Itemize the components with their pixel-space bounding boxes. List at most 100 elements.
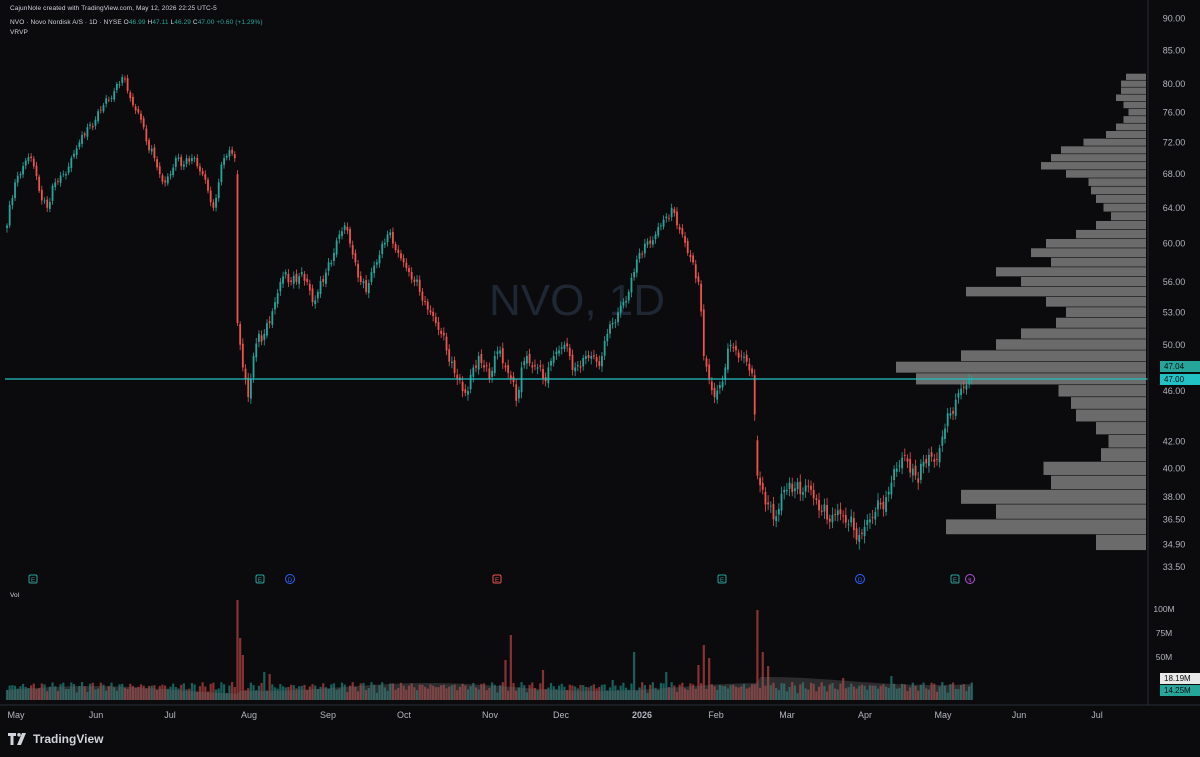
candle-body [898,465,901,467]
profile-bar [996,504,1146,519]
candle-body [148,140,150,151]
time-axis[interactable]: May Jun Jul Aug Sep Oct Nov Dec 2026 Feb Mar Apr May… [7,710,1102,720]
volume-pane-label[interactable]: Vol [10,592,19,599]
candle-body [365,279,368,292]
candle-body [649,240,652,244]
x-tick-label: Jun [89,710,104,720]
low-value: 46.29 [174,19,192,26]
candle-body [75,148,78,156]
price-axis[interactable]: 90.00 85.00 80.00 76.00 72.00 68.00 64.00 60.00… [1163,14,1186,572]
svg-text:E: E [720,578,724,584]
candle-body [925,459,928,464]
event-marker-icon[interactable]: ↯ [965,574,975,585]
profile-bar [1066,170,1146,178]
candle-body [201,171,204,175]
candle-body [710,381,713,391]
profile-bar [1051,257,1146,267]
y-tick-label: 46.00 [1163,386,1186,396]
candle-body [791,483,794,493]
volume-bar [236,600,239,700]
candle-body [464,389,467,393]
candle-body [89,124,91,126]
candle-body [333,252,335,262]
candle-body [54,182,57,187]
svg-text:E: E [258,578,262,584]
indicator-label[interactable]: VRVP [10,29,28,36]
candle-body [46,199,49,208]
event-marker-icon[interactable]: E [28,574,38,584]
candle-body [392,231,394,244]
candle-body [43,200,46,202]
candle-body [769,505,772,507]
candle-body [27,157,30,162]
candle-body [107,99,110,101]
x-tick-label: Nov [482,710,499,720]
candle-body [402,258,405,263]
candle-body [59,175,62,183]
candle-body [772,503,775,520]
candle-body [322,278,325,282]
candle-body [145,128,148,142]
candle-body [413,279,416,282]
candle-body [576,365,579,367]
candle-body [501,348,504,364]
x-tick-label: Feb [708,710,724,720]
candle-body [410,272,413,280]
candle-body [702,309,705,356]
candle-body [448,349,451,362]
y-tick-label: 64.00 [1163,203,1186,213]
candle-body [83,133,86,136]
event-marker-icon[interactable]: E [950,574,960,584]
candle-body [405,262,408,269]
event-marker-icon[interactable]: E [255,574,265,584]
candle-body [783,489,786,493]
candle-body [493,355,496,374]
candle-body [804,485,807,492]
candle-body [137,109,140,113]
event-marker-icon[interactable]: E [717,574,727,584]
candle-body [394,244,397,251]
candle-body [236,174,239,324]
tradingview-logo[interactable]: TradingView [8,732,103,746]
candle-body [574,367,577,372]
candle-body [901,457,904,469]
candle-body [349,229,351,244]
candle-body [153,147,156,159]
candle-body [756,440,759,476]
candle-body [62,174,65,175]
candle-body [485,365,488,367]
candle-body [517,389,520,399]
candle-body [724,367,727,380]
candle-body [169,174,172,176]
chart-header: CajunNole created with TradingView.com, … [0,0,1148,40]
candle-body [627,291,630,301]
candle-body [536,367,539,369]
tradingview-logo-icon [8,733,26,745]
y-tick-label: 38.00 [1163,492,1186,502]
candle-body [266,323,268,336]
candle-body [354,253,357,263]
candle-body [400,253,402,259]
price-chart[interactable]: NVO, 1D E E D E E D E ↯ 90.00 85.00 80.00 76.00 72.… [0,0,1200,757]
candle-body [630,277,633,293]
profile-bar [946,519,1146,535]
candle-body [708,364,711,380]
candle-body [51,185,54,201]
event-marker-icon[interactable]: D [285,574,295,585]
event-marker-icon[interactable]: E [492,574,502,584]
candle-body [836,510,839,516]
candle-body [67,166,70,173]
candle-body [73,153,75,157]
candle-body [199,166,201,172]
candle-body [638,252,641,259]
candle-body [874,511,877,520]
candle-body [367,283,370,294]
candle-body [316,291,319,299]
candle-body [121,77,124,84]
profile-bar [1051,475,1146,490]
candle-body [319,280,322,294]
svg-text:E: E [953,578,957,584]
symbol-legend[interactable]: NVO · Novo Nordisk A/S · 1D · NYSE O46.9… [10,19,263,26]
event-marker-icon[interactable]: D [855,574,865,585]
candle-body [507,365,510,374]
